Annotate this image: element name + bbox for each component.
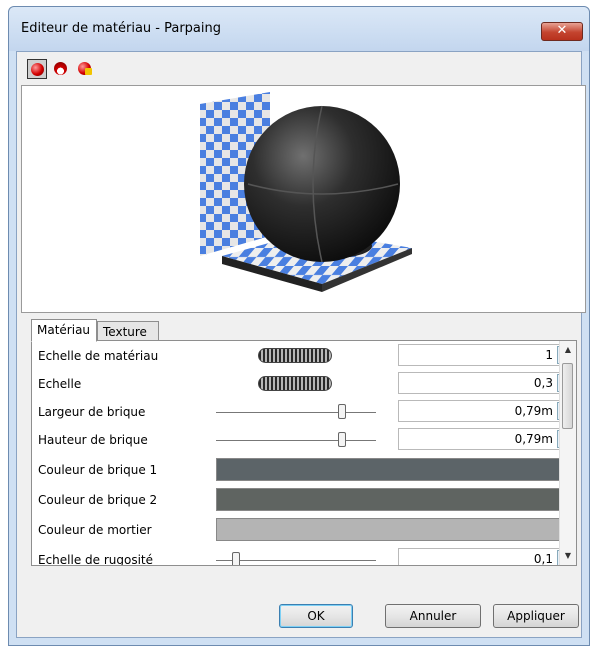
property-row: Echelle de matériau 1 ▲▼: [32, 341, 574, 369]
scale-thumbwheel[interactable]: [258, 348, 332, 363]
dialog-body: Matériau Texture Echelle de matériau 1 ▲…: [16, 51, 586, 638]
sphere-preview-icon[interactable]: [27, 59, 47, 79]
property-label: Couleur de brique 2: [38, 493, 158, 507]
slider-thumb[interactable]: [338, 432, 346, 447]
value-field[interactable]: 0,1 ▲▼: [398, 548, 574, 565]
material-preview: [21, 85, 586, 313]
property-label: Couleur de brique 1: [38, 463, 158, 477]
property-label: Echelle de matériau: [38, 349, 159, 363]
window-title: Editeur de matériau - Parpaing: [21, 21, 222, 36]
preview-scene: [200, 92, 412, 292]
property-label: Hauteur de brique: [38, 433, 148, 447]
slider-thumb[interactable]: [232, 552, 240, 565]
color-swatch[interactable]: [216, 458, 572, 481]
property-row: Hauteur de brique 0,79m ▲▼: [32, 425, 574, 453]
property-row: Couleur de brique 1: [32, 455, 572, 483]
close-button[interactable]: ✕: [541, 22, 583, 41]
scroll-up-icon[interactable]: ▲: [560, 343, 576, 357]
property-grid: Echelle de matériau 1 ▲▼ Echelle 0,3 ▲▼ …: [31, 340, 577, 566]
slider-thumb[interactable]: [338, 404, 346, 419]
close-icon: ✕: [556, 23, 568, 38]
property-row: Echelle 0,3 ▲▼: [32, 369, 574, 397]
tab-materiau[interactable]: Matériau: [31, 319, 97, 342]
property-row: Largeur de brique 0,79m ▲▼: [32, 397, 574, 425]
scroll-thumb[interactable]: [562, 363, 573, 429]
object-preview-icon[interactable]: [51, 59, 71, 79]
apply-button[interactable]: Appliquer: [493, 604, 579, 628]
material-sphere: [244, 106, 400, 262]
slider-track[interactable]: [216, 560, 376, 561]
property-label: Echelle: [38, 377, 82, 391]
color-swatch[interactable]: [216, 518, 572, 541]
property-row: Couleur de brique 2: [32, 485, 572, 513]
property-row: Echelle de rugosité 0,1 ▲▼: [32, 545, 574, 566]
cancel-button[interactable]: Annuler: [385, 604, 481, 628]
render-preview-icon[interactable]: [75, 59, 95, 79]
scroll-down-icon[interactable]: ▼: [560, 549, 576, 563]
property-label: Largeur de brique: [38, 405, 146, 419]
tab-texture[interactable]: Texture: [97, 321, 159, 341]
vertical-scrollbar[interactable]: ▲ ▼: [559, 341, 576, 565]
value-field[interactable]: 0,3 ▲▼: [398, 372, 574, 394]
scale-thumbwheel[interactable]: [258, 376, 332, 391]
value-field[interactable]: 0,79m ▲▼: [398, 400, 574, 422]
property-label: Echelle de rugosité: [38, 553, 154, 566]
material-editor-window: Editeur de matériau - Parpaing ✕ Matéria…: [8, 6, 590, 646]
title-bar[interactable]: Editeur de matériau - Parpaing ✕: [9, 7, 589, 51]
slider-track[interactable]: [216, 412, 376, 413]
color-swatch[interactable]: [216, 488, 572, 511]
value-field[interactable]: 1 ▲▼: [398, 344, 574, 366]
ok-button[interactable]: OK: [279, 604, 353, 628]
property-label: Couleur de mortier: [38, 523, 152, 537]
slider-track[interactable]: [216, 440, 376, 441]
value-field[interactable]: 0,79m ▲▼: [398, 428, 574, 450]
property-row: Couleur de mortier: [32, 515, 572, 543]
